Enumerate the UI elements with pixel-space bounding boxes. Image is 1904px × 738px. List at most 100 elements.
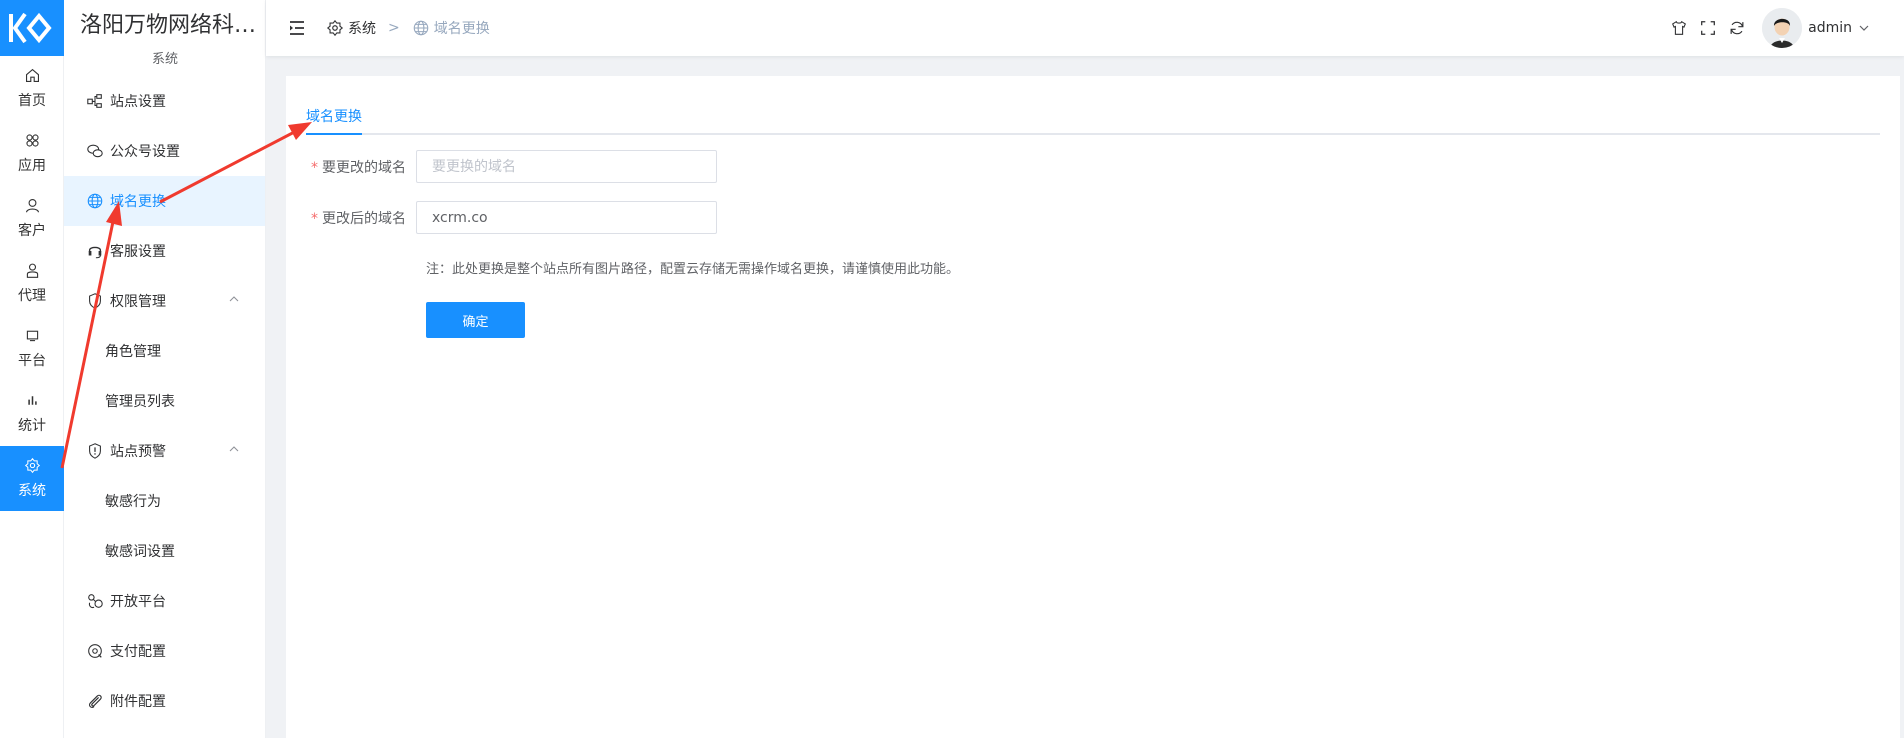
sidebar-item-label: 开放平台 [110,594,166,610]
required-mark: * [311,159,318,176]
old-domain-label-text: 要更改的域名 [322,159,406,176]
rail-item-platform[interactable]: 平台 [0,316,64,381]
sidebar-item-roles[interactable]: 角色管理 [64,326,265,376]
sidebar-item-label: 支付配置 [110,644,166,660]
chevron-up-icon [229,446,239,452]
sidebar-item-label: 角色管理 [105,344,161,360]
breadcrumb-item-current: 域名更换 [412,18,490,38]
tab-domain-change[interactable]: 域名更换 [306,106,362,134]
gear-icon [24,457,40,474]
avatar-image [1762,8,1803,48]
site-settings-icon [87,94,102,108]
new-domain-label-text: 更改后的域名 [322,210,406,227]
platform-icon [26,330,38,342]
sidebar-item-site-settings[interactable]: 站点设置 [64,76,265,126]
sidebar-item-sensitive-words[interactable]: 敏感词设置 [64,526,265,576]
sidebar-item-label: 公众号设置 [110,144,180,160]
user-menu[interactable]: admin [1808,20,1870,36]
sidebar-item-label: 附件配置 [110,694,166,710]
sidebar-item-label: 敏感词设置 [105,544,175,560]
payment-icon [88,644,102,658]
rail-item-customers[interactable]: 客户 [0,186,64,251]
agent-icon [26,263,38,278]
confirm-button[interactable]: 确定 [426,302,525,338]
menu-fold-icon[interactable] [288,19,306,37]
logo-icon [9,12,52,44]
sidebar-item-attachment-config[interactable]: 附件配置 [64,676,265,726]
logo[interactable] [0,0,64,56]
breadcrumb: 系统 > 域名更换 [326,18,490,38]
header-actions: admin [1659,0,1870,56]
sidebar-item-label: 管理员列表 [105,394,175,410]
old-domain-input[interactable] [416,150,717,183]
form-row-new-domain: * 更改后的域名 [286,201,717,234]
rail-label: 客户 [18,223,46,239]
avatar[interactable] [1762,8,1803,48]
sidebar-item-label: 站点设置 [110,94,166,110]
paperclip-icon [88,694,102,708]
rail-item-apps[interactable]: 应用 [0,121,64,186]
rail-label: 平台 [18,353,46,369]
warning-shield-icon [89,443,101,459]
sidebar-item-label: 客服设置 [110,244,166,260]
apps-icon [25,134,39,147]
tab-active-indicator [306,133,362,135]
brand-subtitle: 系统 [151,52,178,67]
home-icon [25,68,39,83]
sidebar-item-service-settings[interactable]: 客服设置 [64,226,265,276]
sidebar-item-domain-change[interactable]: 域名更换 [64,176,265,226]
breadcrumb-separator: > [388,20,400,36]
new-domain-input[interactable] [416,201,717,234]
stats-icon [27,396,37,405]
brand-name: 洛阳万物网络科技有限公司 [80,13,258,38]
sidebar-item-site-alerts[interactable]: 站点预警 [64,426,265,476]
rail-label: 系统 [18,483,46,499]
wechat-icon [87,144,103,158]
rail-label: 代理 [18,288,46,304]
sidebar: 洛阳万物网络科技有限公司 系统 站点设置 公众号设置 域名更换 客服设置 权限管… [64,0,266,738]
breadcrumb-label: 系统 [348,21,376,37]
shield-icon [89,293,101,309]
rail-label: 应用 [18,158,46,174]
sidebar-item-wechat-settings[interactable]: 公众号设置 [64,126,265,176]
required-mark: * [311,210,318,227]
sidebar-item-label: 域名更换 [110,194,166,210]
username: admin [1808,20,1852,36]
fullscreen-icon[interactable] [1699,19,1717,37]
sidebar-menu: 站点设置 公众号设置 域名更换 客服设置 权限管理 角色管理 管理员列表 站点预… [64,76,265,726]
old-domain-label: * 要更改的域名 [286,157,416,177]
rail-item-agents[interactable]: 代理 [0,251,64,316]
rail-label: 统计 [18,418,46,434]
open-platform-icon [88,594,103,609]
sidebar-item-label: 站点预警 [110,444,166,460]
chevron-up-icon [229,296,239,302]
sidebar-item-label: 敏感行为 [105,494,161,510]
sidebar-item-label: 权限管理 [110,294,166,310]
sidebar-item-sensitive-behavior[interactable]: 敏感行为 [64,476,265,526]
sidebar-item-open-platform[interactable]: 开放平台 [64,576,265,626]
chevron-down-icon [1859,25,1869,31]
new-domain-label: * 更改后的域名 [286,208,416,228]
gear-icon [326,19,344,37]
theme-shirt-icon[interactable] [1670,19,1688,37]
sidebar-item-payment-config[interactable]: 支付配置 [64,626,265,676]
breadcrumb-item-system[interactable]: 系统 [326,18,376,38]
tab-label: 域名更换 [306,109,362,125]
headset-icon [88,246,102,259]
user-icon [25,198,39,213]
rail-item-system[interactable]: 系统 [0,446,64,511]
form-row-old-domain: * 要更改的域名 [286,150,717,183]
globe-icon [413,20,429,36]
globe-icon [87,193,103,209]
tab-bar: 域名更换 [306,76,1880,135]
sidebar-item-permissions[interactable]: 权限管理 [64,276,265,326]
brand: 洛阳万物网络科技有限公司 系统 [64,0,265,67]
refresh-icon[interactable] [1728,19,1746,37]
top-header: 系统 > 域名更换 admin [266,0,1904,56]
warning-note: 注：此处更换是整个站点所有图片路径，配置云存储无需操作域名更换，请谨慎使用此功能… [426,262,960,277]
rail-item-home[interactable]: 首页 [0,56,64,121]
main-card: 域名更换 *要更改的域名 *更改后的域名 注：此处更换是整个站点所有图片路径，配… [286,76,1900,738]
rail-label: 首页 [18,93,46,109]
rail-item-stats[interactable]: 统计 [0,381,64,446]
sidebar-item-admin-list[interactable]: 管理员列表 [64,376,265,426]
